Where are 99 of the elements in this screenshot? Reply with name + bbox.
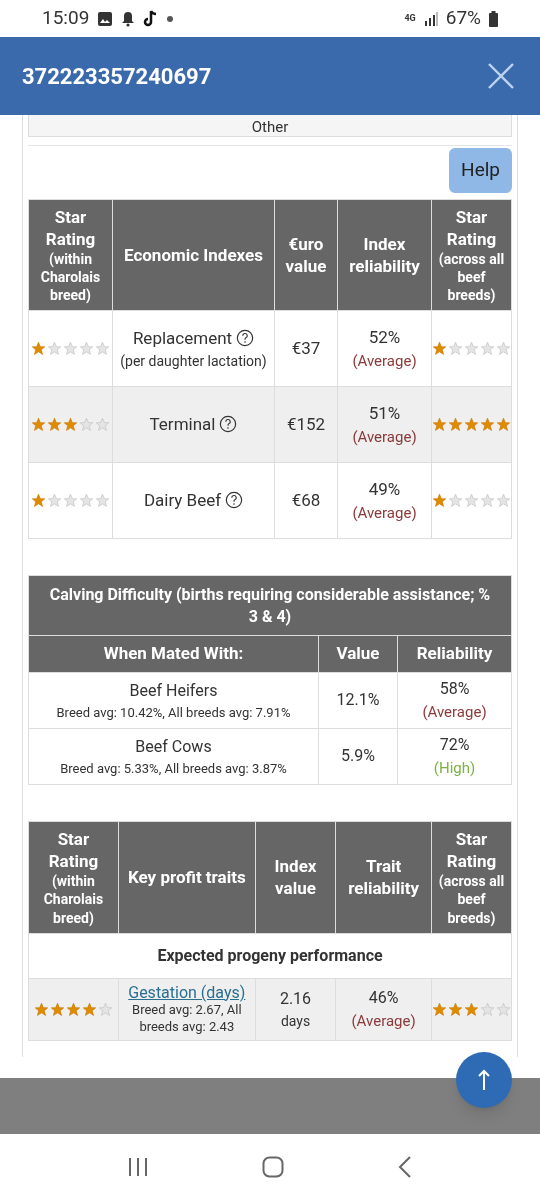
recent-apps-icon[interactable] [126, 1156, 149, 1178]
empty-star-icon [464, 493, 479, 509]
reliability-value: 51% [367, 401, 402, 425]
scroll-top-button[interactable] [456, 1052, 512, 1108]
image-icon [97, 10, 114, 27]
table-cell: €37 [274, 310, 338, 387]
empty-star-icon [480, 1001, 495, 1017]
back-icon[interactable] [397, 1156, 414, 1178]
reliability-value: 49% [367, 477, 402, 501]
section-heading: Expected progeny performance [28, 933, 512, 979]
column-header: Trait reliability [335, 821, 432, 934]
reliability-value: 58% [438, 678, 471, 701]
trait-link[interactable]: Gestation (days) [122, 982, 251, 1002]
table-cell: €68 [274, 462, 338, 539]
filled-star-icon [432, 341, 447, 357]
empty-star-icon [95, 493, 110, 509]
column-header: Reliability [397, 635, 512, 673]
filled-star-icon [81, 1001, 97, 1017]
home-icon[interactable] [262, 1156, 284, 1178]
reliability-value: 72% [438, 734, 471, 757]
signal-icon [423, 11, 438, 26]
empty-star-icon [63, 493, 78, 509]
help-icon[interactable] [236, 328, 255, 347]
filled-star-icon [496, 417, 511, 433]
reliability-value: 52% [367, 325, 402, 349]
index-value: 2.16 [278, 987, 313, 1010]
empty-star-icon [480, 493, 495, 509]
battery-icon [489, 10, 498, 27]
index-name: Terminal [149, 414, 216, 434]
empty-star-icon [47, 341, 62, 357]
empty-star-icon [448, 341, 463, 357]
filled-star-icon [480, 417, 495, 433]
dot-icon [167, 15, 174, 22]
other-label: Other [251, 118, 289, 136]
filled-star-icon [49, 1001, 65, 1017]
reliability-rating: (Average) [421, 702, 488, 724]
header-title: 372223357240697 [22, 62, 212, 91]
column-header: Key profit traits [118, 821, 256, 934]
column-header: Star Rating (across all beef breeds) [431, 199, 512, 311]
empty-star-icon [79, 341, 94, 357]
help-button[interactable]: Help [449, 148, 512, 193]
index-note: (per daughter lactation) [119, 352, 268, 372]
reliability-rating: (Average) [351, 427, 418, 449]
empty-star-icon [95, 341, 110, 357]
empty-star-icon [95, 417, 110, 433]
column-header: €uro value [274, 199, 338, 311]
filled-star-icon [31, 417, 46, 433]
reliability-rating: (Average) [351, 351, 418, 373]
table-title: Calving Difficulty (births requiring considerable assistance; % 3 & 4) [28, 575, 512, 636]
empty-star-icon [448, 493, 463, 509]
filled-star-icon [448, 1001, 463, 1017]
reliability-rating: (High) [432, 758, 477, 780]
empty-star-icon [464, 341, 479, 357]
empty-star-icon [480, 341, 495, 357]
bell-icon [121, 10, 136, 27]
column-header: Economic Indexes [112, 199, 275, 311]
empty-star-icon [47, 493, 62, 509]
table-cell: €152 [274, 386, 338, 463]
filled-star-icon [33, 1001, 49, 1017]
column-header: Star Rating (within Charolais breed) [28, 821, 119, 934]
help-icon[interactable] [225, 491, 244, 509]
filled-star-icon [464, 417, 479, 433]
battery-level: 67% [445, 5, 481, 32]
network-label: 4G [404, 14, 416, 23]
filled-star-icon [65, 1001, 81, 1017]
help-icon[interactable] [219, 415, 238, 433]
table-cell: 5.9% [318, 728, 398, 785]
reliability-value: 46% [367, 986, 400, 1009]
column-header: Index value [255, 821, 336, 934]
column-header: When Mated With: [28, 635, 319, 673]
filled-star-icon [448, 417, 463, 433]
mating-type: Beef Heifers [128, 679, 219, 702]
filled-star-icon [63, 417, 78, 433]
filled-star-icon [31, 493, 46, 509]
status-time: 15:09 [42, 5, 90, 32]
filled-star-icon [432, 493, 447, 509]
column-header: Index reliability [337, 199, 432, 311]
filled-star-icon [464, 1001, 479, 1017]
mating-type: Beef Cows [134, 735, 213, 758]
column-header: Star Rating (across all beef breeds) [431, 821, 512, 934]
empty-star-icon [79, 493, 94, 509]
empty-star-icon [79, 417, 94, 433]
filled-star-icon [47, 417, 62, 433]
table-cell: 12.1% [318, 672, 398, 729]
filled-star-icon [432, 417, 447, 433]
breed-averages: Breed avg: 5.33%, All breeds avg: 3.87% [59, 759, 288, 778]
filled-star-icon [31, 341, 46, 357]
index-name: Dairy Beef [143, 490, 222, 510]
breed-averages: Breed avg: 2.67, All breeds avg: 2.43 [131, 1001, 242, 1036]
empty-star-icon [63, 341, 78, 357]
breed-averages: Breed avg: 10.42%, All breeds avg: 7.91% [55, 703, 292, 722]
index-name: Replacement [132, 327, 233, 348]
value-unit: days [279, 1011, 312, 1031]
filled-star-icon [432, 1001, 447, 1017]
reliability-rating: (Average) [350, 1010, 417, 1032]
arrow-up-icon [477, 1069, 491, 1091]
reliability-rating: (Average) [351, 503, 418, 525]
column-header: Value [318, 635, 398, 673]
column-header: Star Rating (within Charolais breed) [28, 199, 113, 311]
